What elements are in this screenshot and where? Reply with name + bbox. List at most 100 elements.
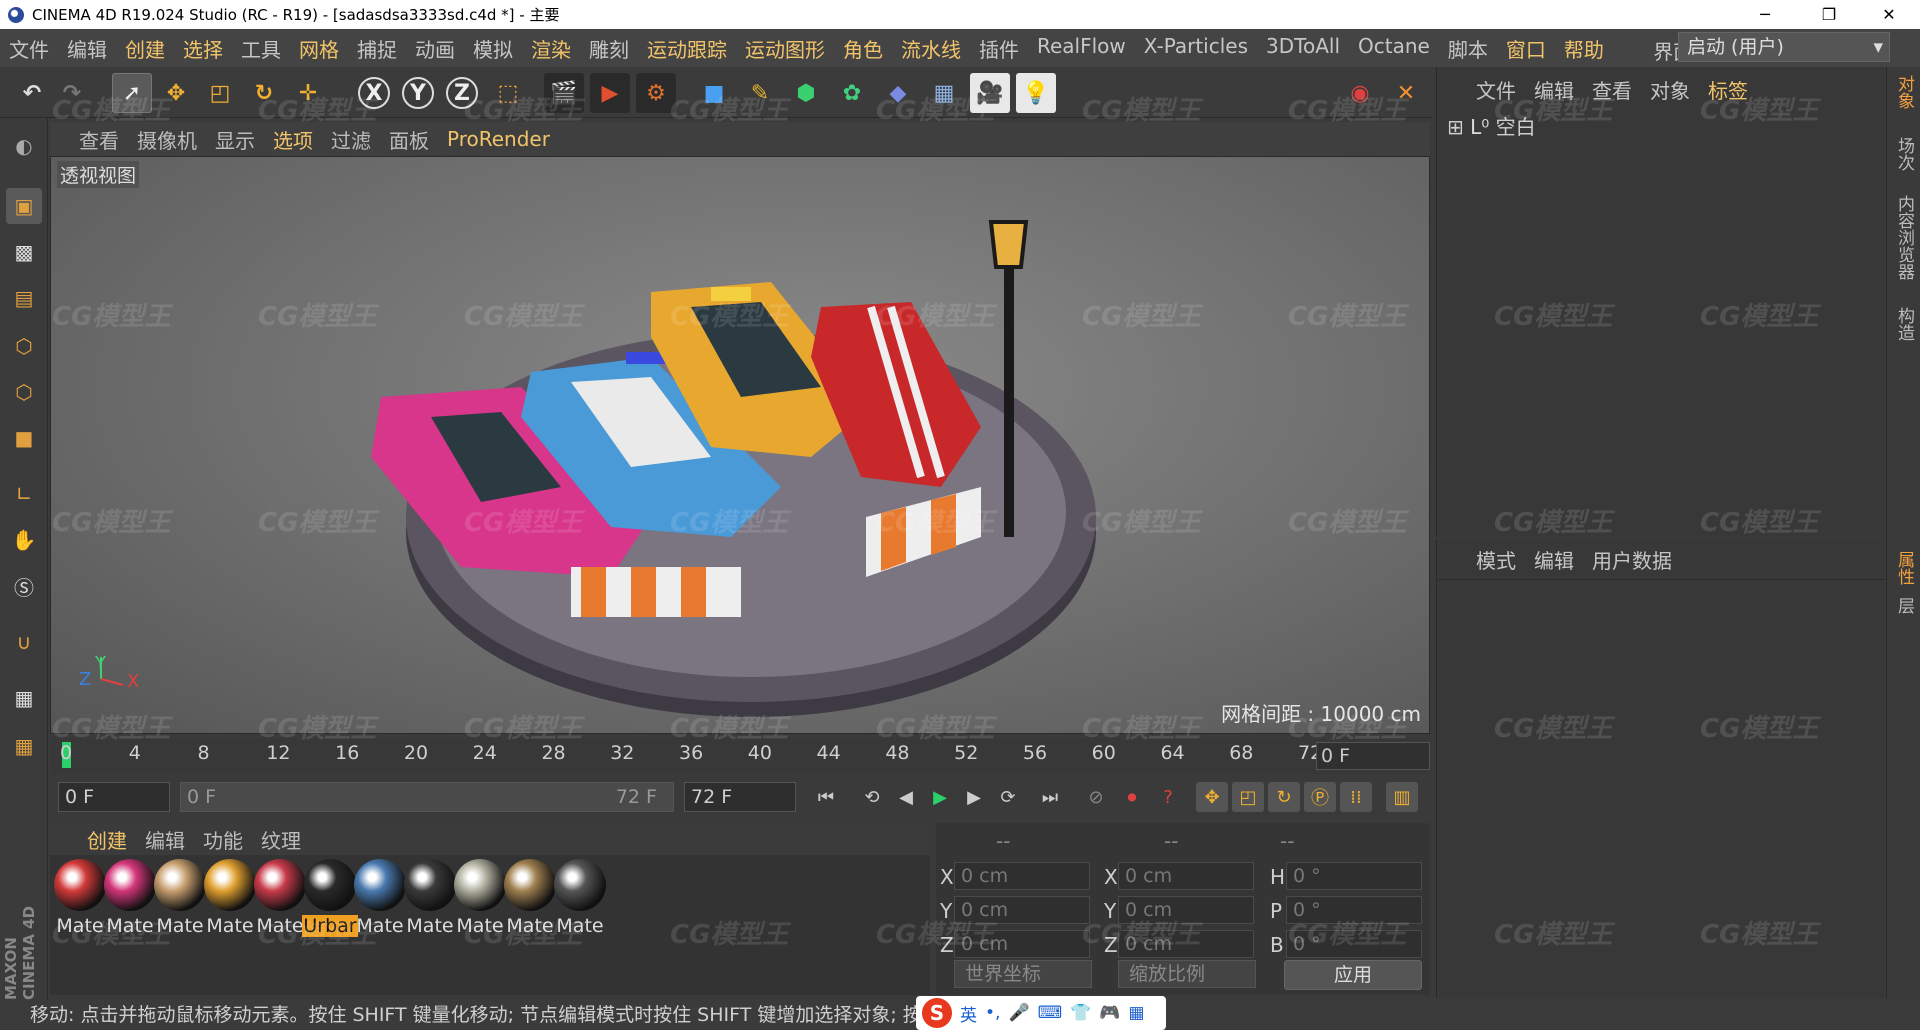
y-axis-icon[interactable]: Y <box>398 73 438 113</box>
material-swatch[interactable]: Mate <box>202 859 258 945</box>
menu-item-12[interactable]: 运动图形 <box>736 34 834 63</box>
attribute-menu-item-1[interactable]: 编辑 <box>1525 545 1583 574</box>
game-icon[interactable]: 🎮 <box>1099 1003 1120 1023</box>
microphone-icon[interactable]: 🎤 <box>1008 1003 1029 1023</box>
material-menu-item-1[interactable]: 编辑 <box>136 825 194 854</box>
coord-value-field[interactable]: 0 cm <box>954 862 1090 890</box>
record-keys-icon[interactable]: ⊘ <box>1080 782 1112 812</box>
menu-item-0[interactable]: 文件 <box>0 34 58 63</box>
workplane-mode-icon[interactable]: ▤ <box>6 280 42 316</box>
material-swatch[interactable]: Mate <box>402 859 458 945</box>
scale-icon[interactable]: ◰ <box>200 73 240 113</box>
viewport-menu-item-2[interactable]: 显示 <box>206 125 264 154</box>
menu-item-4[interactable]: 工具 <box>232 34 290 63</box>
material-menu-item-3[interactable]: 纹理 <box>252 825 310 854</box>
workplane-lock-icon[interactable]: ▦ <box>6 728 42 764</box>
menu-item-7[interactable]: 动画 <box>406 34 464 63</box>
menu-item-6[interactable]: 捕捉 <box>348 34 406 63</box>
keyframe-selection-icon[interactable]: ? <box>1152 782 1184 812</box>
ime-toolbar[interactable]: S 英 •, 🎤 ⌨ 👕 🎮 ▦ <box>916 996 1166 1030</box>
expand-icon[interactable]: ⊞ <box>1447 115 1464 139</box>
scale-mode-dropdown[interactable]: 缩放比例 <box>1118 960 1256 988</box>
next-frame-icon[interactable]: ▶ <box>958 782 990 812</box>
key-scale-icon[interactable]: ◰ <box>1232 782 1264 812</box>
side-tab-top-2[interactable]: 内容浏览器 <box>1891 195 1917 280</box>
axis-mode-icon[interactable]: ∟ <box>6 476 42 512</box>
key-rotation-icon[interactable]: ↻ <box>1268 782 1300 812</box>
menu-item-8[interactable]: 模拟 <box>464 34 522 63</box>
menu-item-14[interactable]: 流水线 <box>892 34 970 63</box>
object-menu-item-3[interactable]: 对象 <box>1641 75 1699 104</box>
side-tab-bottom-1[interactable]: 层 <box>1891 597 1917 614</box>
menu-item-5[interactable]: 网格 <box>290 34 348 63</box>
menu-item-11[interactable]: 运动跟踪 <box>638 34 736 63</box>
tweak-mode-icon[interactable]: ✋ <box>6 522 42 558</box>
subdivision-icon[interactable]: ⬢ <box>786 73 826 113</box>
coord-mode-dropdown[interactable]: 世界坐标 <box>954 960 1092 988</box>
model-mode-icon[interactable]: ▣ <box>6 188 42 224</box>
menu-item-21[interactable]: 窗口 <box>1497 34 1555 63</box>
menu-item-19[interactable]: Octane <box>1349 34 1439 63</box>
next-key-icon[interactable]: ⟳ <box>992 782 1024 812</box>
restore-button[interactable]: ❐ <box>1806 0 1852 29</box>
play-icon[interactable]: ▶ <box>924 782 956 812</box>
menu-item-22[interactable]: 帮助 <box>1555 34 1613 63</box>
menu-item-20[interactable]: 脚本 <box>1439 34 1497 63</box>
go-to-start-icon[interactable]: ⏮ <box>810 782 842 812</box>
viewport-menu-item-1[interactable]: 摄像机 <box>128 125 206 154</box>
points-mode-icon[interactable]: ⬡ <box>6 328 42 364</box>
ime-language[interactable]: 英 <box>960 1001 977 1026</box>
grid-snap-icon[interactable]: ▦ <box>6 680 42 716</box>
cloner-icon[interactable]: ✿ <box>832 73 872 113</box>
layout-select[interactable]: 启动 (用户) <box>1678 32 1890 62</box>
light-icon[interactable]: 💡 <box>1016 73 1056 113</box>
coord-value-field[interactable]: 0 ° <box>1286 862 1422 890</box>
frame-range-slider[interactable]: 0 F 72 F <box>180 782 674 812</box>
solo-icon[interactable]: Ⓢ <box>6 568 42 604</box>
menu-item-13[interactable]: 角色 <box>834 34 892 63</box>
toolbox-icon[interactable]: ▦ <box>1129 1003 1145 1023</box>
minimize-button[interactable]: ─ <box>1742 0 1788 29</box>
punctuation-icon[interactable]: •, <box>985 1003 1000 1023</box>
prev-frame-icon[interactable]: ◀ <box>890 782 922 812</box>
edges-mode-icon[interactable]: ⬡ <box>6 374 42 410</box>
side-tab-top-0[interactable]: 对象 <box>1891 75 1917 109</box>
menu-item-18[interactable]: 3DToAll <box>1257 34 1349 63</box>
key-position-icon[interactable]: ✥ <box>1196 782 1228 812</box>
end-frame-field[interactable]: 72 F <box>684 782 796 812</box>
start-frame-field[interactable]: 0 F <box>58 782 170 812</box>
viewport-menu-item-4[interactable]: 过滤 <box>322 125 380 154</box>
viewport-menu-item-5[interactable]: 面板 <box>380 125 438 154</box>
prev-key-icon[interactable]: ⟲ <box>856 782 888 812</box>
coord-value-field[interactable]: 0 cm <box>1118 862 1254 890</box>
attribute-menu-item-2[interactable]: 用户数据 <box>1583 545 1681 574</box>
viewport-menu-item-0[interactable]: 查看 <box>70 125 128 154</box>
menu-item-1[interactable]: 编辑 <box>58 34 116 63</box>
make-editable-icon[interactable]: ◐ <box>6 128 42 164</box>
side-tab-bottom-0[interactable]: 属性 <box>1891 551 1917 585</box>
menu-item-17[interactable]: X-Particles <box>1135 34 1257 63</box>
key-point-icon[interactable]: ⁞⁞ <box>1340 782 1372 812</box>
polygons-mode-icon[interactable]: ■ <box>6 420 42 456</box>
menu-item-16[interactable]: RealFlow <box>1028 34 1135 63</box>
menu-item-9[interactable]: 渲染 <box>522 34 580 63</box>
magnet-icon[interactable]: ∪ <box>6 624 42 660</box>
menu-item-10[interactable]: 雕刻 <box>580 34 638 63</box>
close-button[interactable]: ✕ <box>1866 0 1912 29</box>
side-tab-top-1[interactable]: 场次 <box>1891 137 1917 171</box>
viewport-menu-item-6[interactable]: ProRender <box>438 127 559 151</box>
timeline-window-icon[interactable]: ▥ <box>1386 782 1418 812</box>
viewport-menu-item-3[interactable]: 选项 <box>264 125 322 154</box>
autokey-icon[interactable]: ⏺ <box>1116 782 1148 812</box>
attribute-menu-item-0[interactable]: 模式 <box>1467 545 1525 574</box>
current-frame-field[interactable]: 0 F <box>1316 742 1430 770</box>
apply-button[interactable]: 应用 <box>1284 960 1422 990</box>
side-tab-top-3[interactable]: 构造 <box>1891 307 1917 341</box>
perspective-viewport[interactable]: 透视视图 Z X 网格间距: 10000 cm <box>50 156 1430 734</box>
material-menu-item-0[interactable]: 创建 <box>78 825 136 854</box>
texture-mode-icon[interactable]: ▩ <box>6 234 42 270</box>
render-view-icon[interactable]: ▶ <box>590 73 630 113</box>
menu-item-2[interactable]: 创建 <box>116 34 174 63</box>
key-parameter-icon[interactable]: Ⓟ <box>1304 782 1336 812</box>
skin-icon[interactable]: 👕 <box>1070 1003 1091 1023</box>
